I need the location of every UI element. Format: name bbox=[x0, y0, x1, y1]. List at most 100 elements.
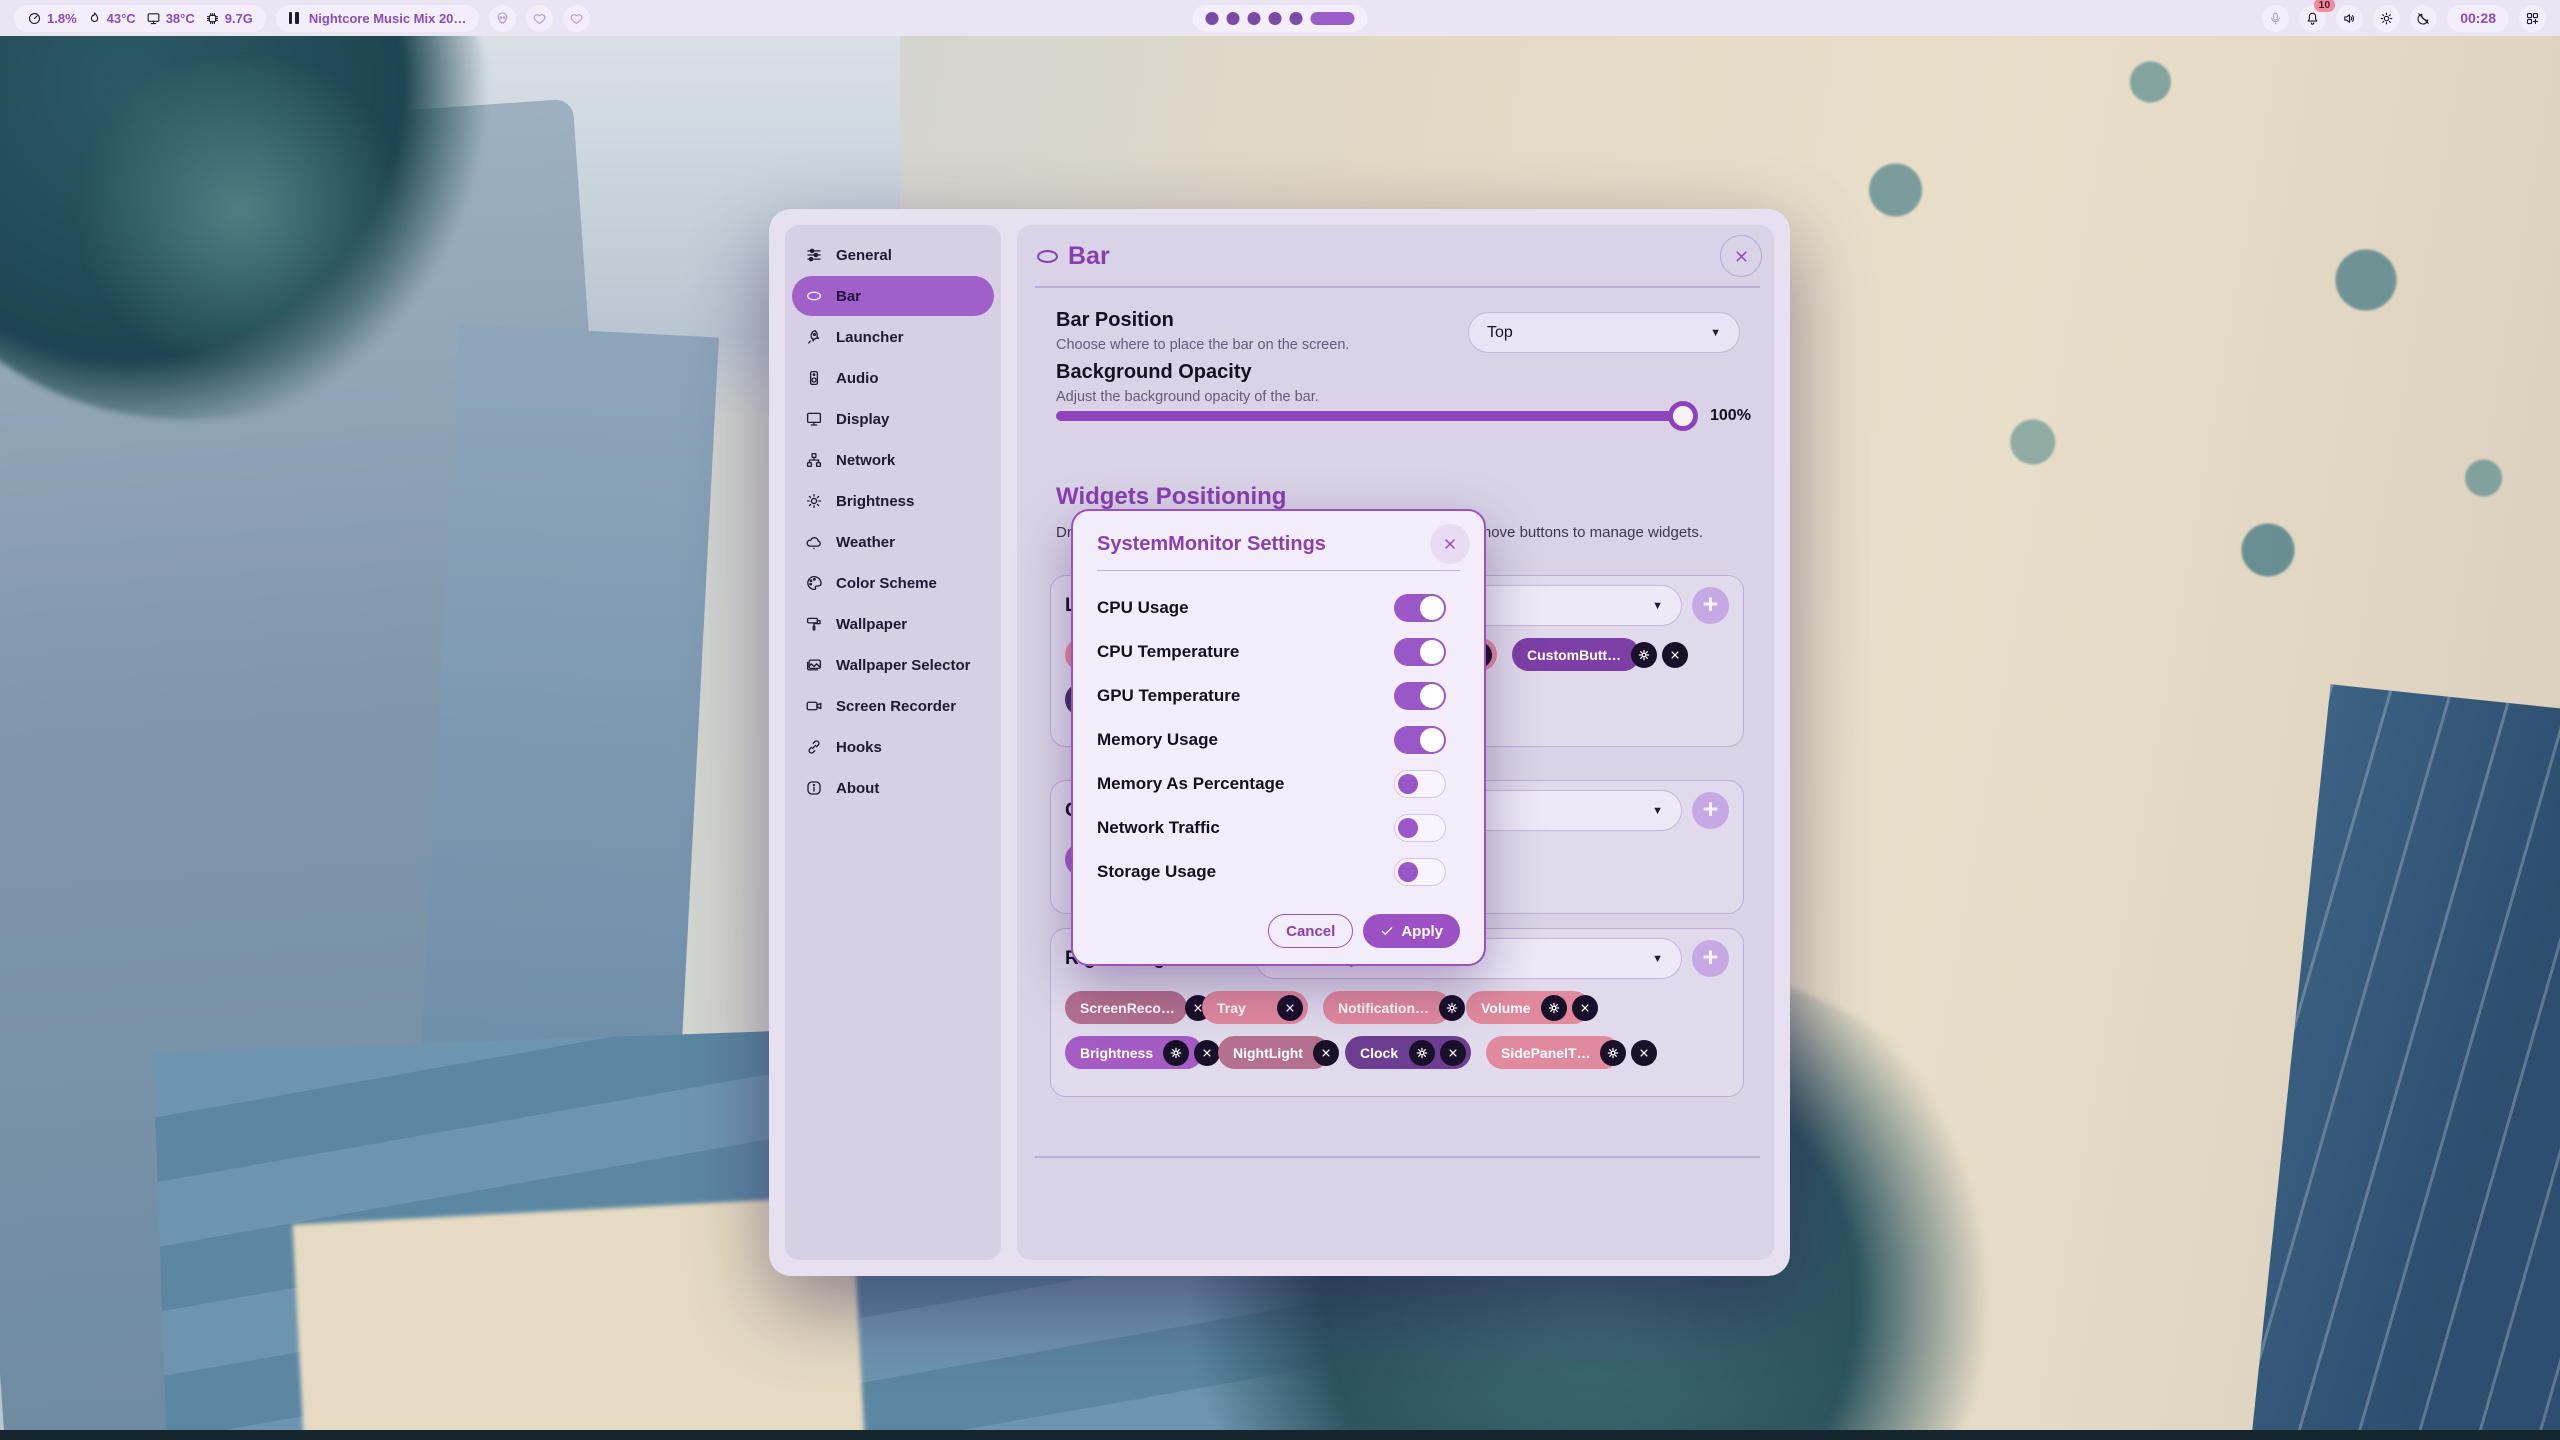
sidebar-item-brightness[interactable]: Brightness bbox=[792, 481, 994, 521]
notifications-button[interactable]: 10 bbox=[2299, 5, 2326, 32]
workspace-dot[interactable] bbox=[1248, 12, 1261, 25]
top-bar: 1.8% 43°C 38°C 9.7G Nightcore Music Mix … bbox=[0, 0, 2560, 36]
close-icon bbox=[1637, 1046, 1651, 1060]
widget-chip-screenrecorder[interactable]: ScreenReco… bbox=[1065, 991, 1187, 1024]
chip-remove-button[interactable] bbox=[1572, 995, 1598, 1021]
widget-chip-nightlight[interactable]: NightLight bbox=[1218, 1036, 1330, 1069]
chip-remove-button[interactable] bbox=[1277, 995, 1303, 1021]
cancel-button[interactable]: Cancel bbox=[1268, 914, 1353, 948]
sidebar-item-network[interactable]: Network bbox=[792, 440, 994, 480]
gpu-temperature-toggle[interactable] bbox=[1394, 682, 1446, 710]
favorite-button-2[interactable] bbox=[563, 5, 590, 32]
chip-settings-button[interactable] bbox=[1631, 642, 1657, 668]
chip-settings-button[interactable] bbox=[1600, 1040, 1626, 1066]
sidebar-item-bar[interactable]: Bar bbox=[792, 276, 994, 316]
brightness-button[interactable] bbox=[2373, 5, 2400, 32]
workspace-dot[interactable] bbox=[1227, 12, 1240, 25]
widget-chip-sidepanel[interactable]: SidePanelT… bbox=[1486, 1036, 1620, 1069]
skull-icon bbox=[495, 11, 510, 26]
memory-as-percentage-toggle[interactable] bbox=[1394, 770, 1446, 798]
wallpaper-shape bbox=[0, 1430, 2560, 1440]
clock-pill[interactable]: 00:28 bbox=[2447, 5, 2509, 32]
sidebar-item-hooks[interactable]: Hooks bbox=[792, 727, 994, 767]
sidebar-item-launcher[interactable]: Launcher bbox=[792, 317, 994, 357]
workspace-dot[interactable] bbox=[1269, 12, 1282, 25]
add-widget-button[interactable]: + bbox=[1692, 940, 1729, 977]
sidebar-item-label: Bar bbox=[836, 288, 861, 305]
memory-usage-toggle[interactable] bbox=[1394, 726, 1446, 754]
modal-close-button[interactable] bbox=[1430, 524, 1470, 564]
window-close-button[interactable] bbox=[1720, 235, 1762, 277]
slider-knob[interactable] bbox=[1668, 401, 1698, 431]
add-widget-button[interactable]: + bbox=[1692, 587, 1729, 624]
sun-icon bbox=[805, 492, 823, 510]
sidebar-item-screen-recorder[interactable]: Screen Recorder bbox=[792, 686, 994, 726]
chip-remove-button[interactable] bbox=[1662, 642, 1688, 668]
close-icon bbox=[1578, 1001, 1592, 1015]
sidebar-item-about[interactable]: About bbox=[792, 768, 994, 808]
sliders-icon bbox=[805, 246, 823, 264]
widget-chip-tray[interactable]: Tray bbox=[1202, 991, 1308, 1024]
mic-button[interactable] bbox=[2262, 5, 2289, 32]
widget-chip-volume[interactable]: Volume bbox=[1466, 991, 1590, 1024]
widget-chip-custombutton[interactable]: CustomButt… bbox=[1512, 638, 1640, 671]
chip-settings-button[interactable] bbox=[1439, 995, 1465, 1021]
sidebar-item-weather[interactable]: Weather bbox=[792, 522, 994, 562]
widget-chip-clock[interactable]: Clock bbox=[1345, 1036, 1471, 1069]
divider bbox=[1035, 286, 1760, 288]
info-icon bbox=[805, 779, 823, 797]
widget-chip-notification[interactable]: Notification… bbox=[1323, 991, 1451, 1024]
chip-label: NightLight bbox=[1233, 1045, 1303, 1061]
sidebar-item-label: Hooks bbox=[836, 739, 882, 756]
chip-settings-button[interactable] bbox=[1409, 1040, 1435, 1066]
close-icon bbox=[1446, 1046, 1460, 1060]
chip-remove-button[interactable] bbox=[1631, 1040, 1657, 1066]
chip-settings-button[interactable] bbox=[1541, 995, 1567, 1021]
dashboard-button[interactable] bbox=[2519, 5, 2546, 32]
toggle-row-storage-usage: Storage Usage bbox=[1097, 857, 1446, 887]
night-light-button[interactable] bbox=[2410, 5, 2437, 32]
storage-usage-toggle[interactable] bbox=[1394, 858, 1446, 886]
chip-remove-button[interactable] bbox=[1313, 1040, 1339, 1066]
chevron-down-icon: ▼ bbox=[1652, 600, 1663, 612]
sidebar-item-wallpaper-selector[interactable]: Wallpaper Selector bbox=[792, 645, 994, 685]
toggle-row-memory-usage: Memory Usage bbox=[1097, 725, 1446, 755]
memory-stat: 9.7G bbox=[205, 11, 253, 26]
toggle-label: Storage Usage bbox=[1097, 862, 1216, 882]
workspace-dot[interactable] bbox=[1290, 12, 1303, 25]
gear-icon bbox=[1637, 648, 1651, 662]
sidebar-item-label: Launcher bbox=[836, 329, 904, 346]
sidebar-item-wallpaper[interactable]: Wallpaper bbox=[792, 604, 994, 644]
volume-button[interactable] bbox=[2336, 5, 2363, 32]
sidebar-item-label: Network bbox=[836, 452, 895, 469]
network-traffic-toggle[interactable] bbox=[1394, 814, 1446, 842]
pause-icon bbox=[289, 12, 299, 24]
sidebar-item-display[interactable]: Display bbox=[792, 399, 994, 439]
sidebar-item-audio[interactable]: Audio bbox=[792, 358, 994, 398]
widget-chip-brightness[interactable]: Brightness bbox=[1065, 1036, 1203, 1069]
favorite-button[interactable] bbox=[526, 5, 553, 32]
bar-position-dropdown[interactable]: Top ▼ bbox=[1468, 312, 1740, 353]
chip-remove-button[interactable] bbox=[1194, 1040, 1220, 1066]
media-player-pill[interactable]: Nightcore Music Mix 20… bbox=[276, 5, 479, 32]
workspace-dot[interactable] bbox=[1206, 12, 1219, 25]
moon-off-icon bbox=[2416, 11, 2431, 26]
gauge-icon bbox=[27, 11, 42, 26]
opacity-slider[interactable] bbox=[1056, 411, 1694, 421]
system-monitor-pill[interactable]: 1.8% 43°C 38°C 9.7G bbox=[14, 5, 266, 32]
sidebar-item-label: Audio bbox=[836, 370, 879, 387]
toggle-label: CPU Usage bbox=[1097, 598, 1189, 618]
check-icon bbox=[1380, 924, 1394, 938]
cpu-temperature-toggle[interactable] bbox=[1394, 638, 1446, 666]
close-icon bbox=[1200, 1046, 1214, 1060]
apply-button[interactable]: Apply bbox=[1363, 914, 1460, 948]
add-widget-button[interactable]: + bbox=[1692, 792, 1729, 829]
chip-remove-button[interactable] bbox=[1440, 1040, 1466, 1066]
bell-icon bbox=[2305, 11, 2320, 26]
workspace-active[interactable] bbox=[1311, 12, 1355, 25]
skull-button[interactable] bbox=[489, 5, 516, 32]
sidebar-item-general[interactable]: General bbox=[792, 235, 994, 275]
sidebar-item-color-scheme[interactable]: Color Scheme bbox=[792, 563, 994, 603]
chip-settings-button[interactable] bbox=[1163, 1040, 1189, 1066]
cpu-usage-toggle[interactable] bbox=[1394, 594, 1446, 622]
